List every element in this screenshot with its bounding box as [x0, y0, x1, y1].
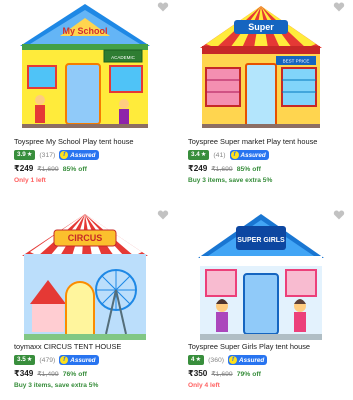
- heart-icon[interactable]: [332, 208, 346, 222]
- product-grid: My School ACADEMIC Toyspree My School Pl…: [0, 0, 353, 400]
- rating-row: 3.5 ★ (479) f Assured: [14, 355, 99, 365]
- review-count: (479): [39, 356, 56, 364]
- rating-badge: 4 ★: [188, 355, 205, 365]
- selling-price: ₹249: [188, 164, 208, 173]
- product-title[interactable]: Toyspree Super market Play tent house: [188, 137, 317, 146]
- assured-badge: f Assured: [59, 355, 99, 365]
- rating-row: 3.4 ★ (41) f Assured: [188, 150, 269, 160]
- star-icon: ★: [26, 151, 33, 158]
- stock-note: Only 4 left: [188, 382, 220, 389]
- assured-badge: f Assured: [229, 150, 269, 160]
- offer-note: Buy 3 items, save extra 5%: [14, 382, 99, 389]
- discount-percent: 76% off: [62, 371, 87, 378]
- rating-badge: 3.9 ★: [14, 150, 36, 160]
- original-price: ₹1,699: [37, 166, 59, 173]
- stock-note: Only 1 left: [14, 177, 46, 184]
- selling-price: ₹249: [14, 164, 34, 173]
- price-row: ₹249 ₹1,699 85% off: [14, 163, 87, 173]
- image-logo-text: My School: [62, 26, 107, 36]
- original-price: ₹1,699: [211, 371, 233, 378]
- rating-badge: 3.5 ★: [14, 355, 36, 365]
- star-icon: ★: [26, 356, 33, 363]
- discount-percent: 85% off: [236, 166, 261, 173]
- price-row: ₹249 ₹1,699 85% off: [188, 163, 261, 173]
- rating-row: 4 ★ (360) f Assured: [188, 355, 268, 365]
- selling-price: ₹350: [188, 369, 208, 378]
- price-row: ₹350 ₹1,699 79% off: [188, 368, 261, 378]
- product-card[interactable]: CIRCUS toymaxx CIRCUS TENT HOUSE 3.5 ★ (4…: [0, 205, 176, 400]
- assured-badge: f Assured: [59, 150, 99, 160]
- review-count: (41): [213, 151, 226, 159]
- heart-icon[interactable]: [332, 0, 346, 14]
- selling-price: ₹349: [14, 369, 34, 378]
- review-count: (360): [208, 356, 225, 364]
- image-logo-text: SUPER GIRLS: [237, 237, 285, 244]
- product-card[interactable]: SUPER GIRLS Toyspree Super Girls Play te…: [176, 205, 352, 400]
- discount-percent: 79% off: [236, 371, 261, 378]
- image-logo-text: CIRCUS: [68, 233, 103, 243]
- star-icon: ★: [200, 151, 207, 158]
- product-title[interactable]: Toyspree Super Girls Play tent house: [188, 342, 310, 351]
- product-image[interactable]: Super BEST PRICE: [186, 0, 336, 132]
- product-card[interactable]: My School ACADEMIC Toyspree My School Pl…: [0, 0, 176, 200]
- product-card[interactable]: Super BEST PRICE Toyspree Super market P…: [176, 0, 352, 200]
- offer-note: Buy 3 items, save extra 5%: [188, 177, 273, 184]
- product-image[interactable]: SUPER GIRLS: [186, 208, 336, 343]
- product-title[interactable]: toymaxx CIRCUS TENT HOUSE: [14, 342, 121, 351]
- product-image[interactable]: CIRCUS: [10, 208, 160, 343]
- rating-row: 3.9 ★ (317) f Assured: [14, 150, 99, 160]
- original-price: ₹1,699: [211, 166, 233, 173]
- product-title[interactable]: Toyspree My School Play tent house: [14, 137, 134, 146]
- plus-badge-icon: f: [60, 356, 69, 364]
- plus-badge-icon: f: [229, 356, 238, 364]
- heart-icon[interactable]: [156, 208, 170, 222]
- original-price: ₹1,499: [37, 371, 59, 378]
- plus-badge-icon: f: [60, 151, 69, 159]
- image-sign-text: BEST PRICE: [283, 59, 310, 64]
- assured-badge: f Assured: [228, 355, 268, 365]
- discount-percent: 85% off: [62, 166, 87, 173]
- product-image[interactable]: My School ACADEMIC: [10, 0, 160, 132]
- rating-badge: 3.4 ★: [188, 150, 210, 160]
- price-row: ₹349 ₹1,499 76% off: [14, 368, 87, 378]
- image-logo-text: Super: [248, 22, 274, 32]
- heart-icon[interactable]: [156, 0, 170, 14]
- star-icon: ★: [195, 356, 202, 363]
- plus-badge-icon: f: [230, 151, 239, 159]
- review-count: (317): [39, 151, 56, 159]
- image-sign-text: ACADEMIC: [111, 55, 136, 60]
